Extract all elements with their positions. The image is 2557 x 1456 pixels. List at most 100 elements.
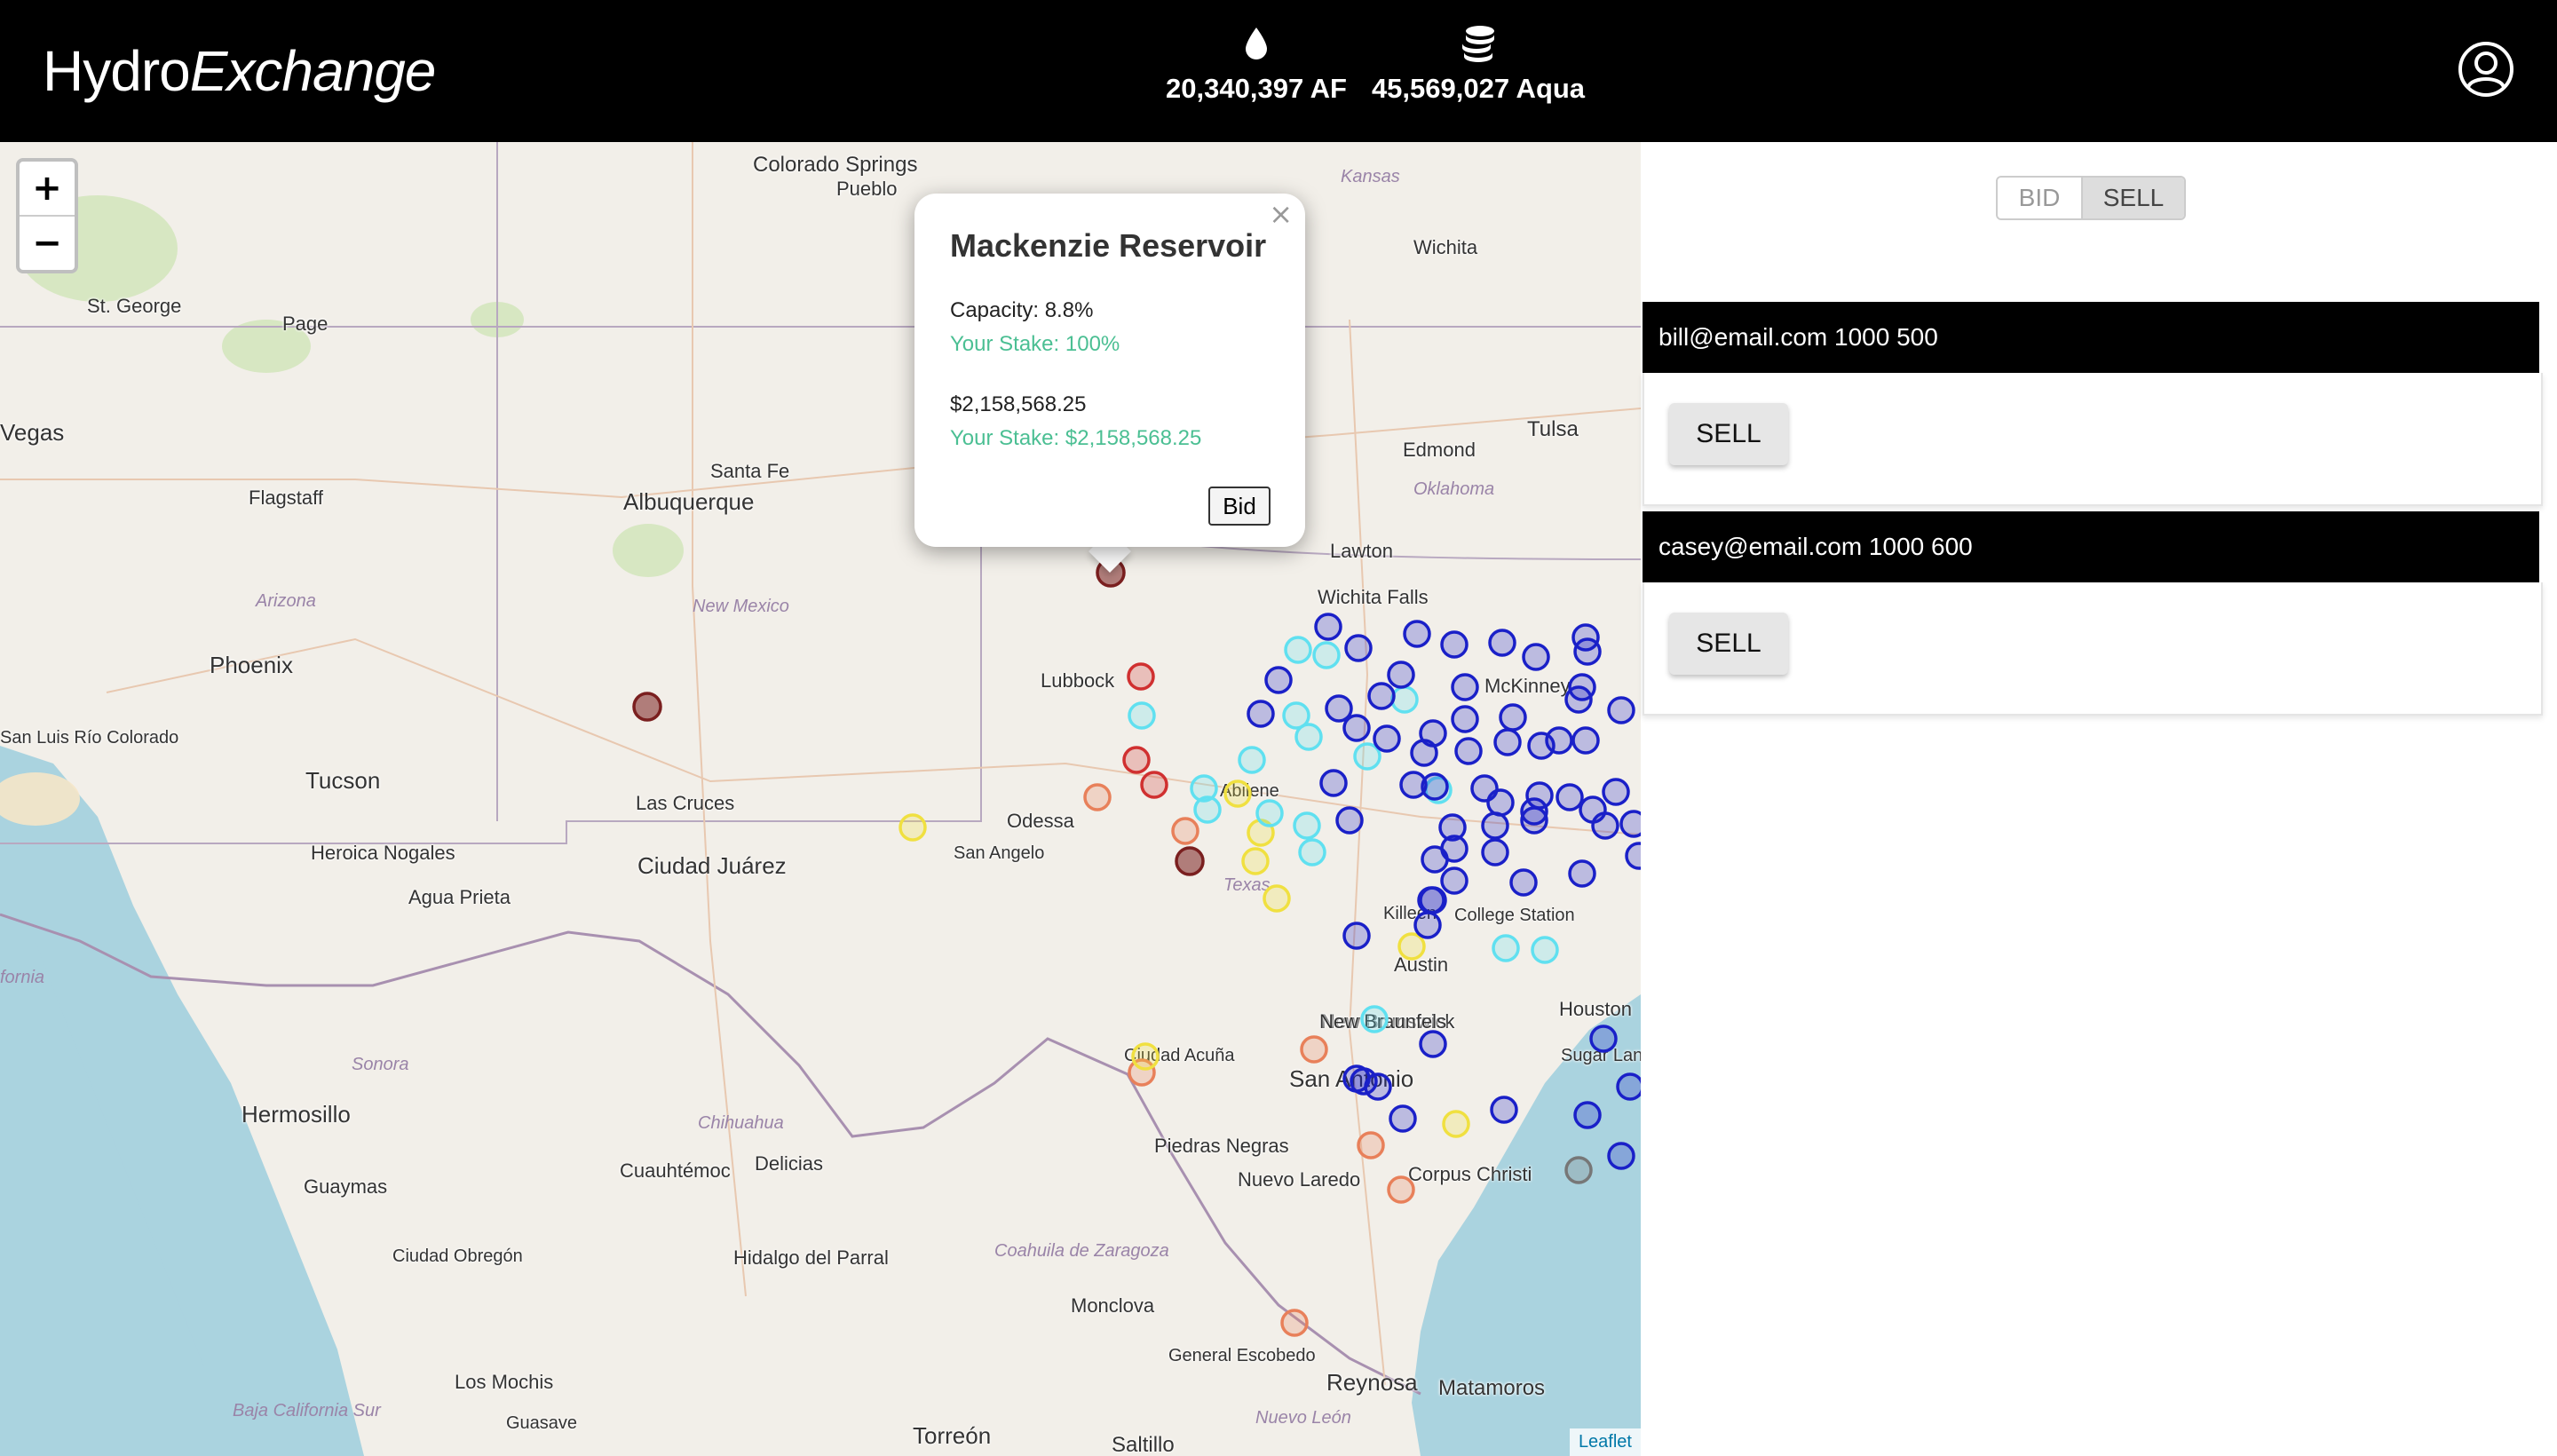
reservoir-marker[interactable] bbox=[1344, 634, 1373, 662]
reservoir-marker[interactable] bbox=[1486, 788, 1515, 817]
reservoir-marker[interactable] bbox=[1403, 620, 1431, 648]
popup-capacity: Capacity: 8.8% bbox=[950, 298, 1094, 322]
reservoir-marker[interactable] bbox=[1625, 842, 1641, 870]
reservoir-marker[interactable] bbox=[1602, 778, 1630, 806]
reservoir-marker[interactable] bbox=[1619, 810, 1641, 838]
reservoir-marker[interactable] bbox=[1493, 728, 1522, 756]
order-header: casey@email.com 1000 600 bbox=[1643, 511, 2539, 582]
reservoir-marker[interactable] bbox=[1419, 1030, 1447, 1058]
reservoir-marker[interactable] bbox=[1284, 636, 1312, 664]
reservoir-marker[interactable] bbox=[1499, 703, 1527, 732]
reservoir-marker[interactable] bbox=[1389, 1104, 1417, 1133]
reservoir-marker[interactable] bbox=[1325, 694, 1353, 723]
leaflet-attribution[interactable]: Leaflet bbox=[1569, 1428, 1641, 1456]
app-logo[interactable]: HydroExchange bbox=[43, 36, 436, 107]
reservoir-marker[interactable] bbox=[1131, 1042, 1160, 1071]
reservoir-marker[interactable] bbox=[1255, 799, 1284, 827]
reservoir-marker[interactable] bbox=[1171, 817, 1199, 845]
reservoir-marker[interactable] bbox=[1238, 746, 1266, 774]
reservoir-marker[interactable] bbox=[1607, 1142, 1635, 1170]
reservoir-marker[interactable] bbox=[1571, 726, 1600, 755]
reservoir-marker[interactable] bbox=[1342, 922, 1371, 950]
toggle-sell-button[interactable]: SELL bbox=[2083, 178, 2184, 218]
reservoir-marker[interactable] bbox=[1247, 700, 1275, 728]
water-total-stat: 20,340,397 AF bbox=[1154, 20, 1358, 105]
reservoir-marker[interactable] bbox=[1175, 846, 1205, 876]
reservoir-marker[interactable] bbox=[1364, 1072, 1392, 1101]
reservoir-marker[interactable] bbox=[1300, 1035, 1328, 1064]
reservoir-marker[interactable] bbox=[1454, 737, 1483, 765]
reservoir-marker[interactable] bbox=[1440, 866, 1468, 895]
reservoir-marker[interactable] bbox=[632, 692, 662, 722]
reservoir-marker[interactable] bbox=[1293, 811, 1321, 840]
reservoir-marker[interactable] bbox=[1140, 771, 1168, 799]
reservoir-marker[interactable] bbox=[1451, 705, 1479, 733]
reservoir-marker[interactable] bbox=[1522, 643, 1550, 671]
reservoir-marker[interactable] bbox=[1509, 868, 1538, 897]
reservoir-marker[interactable] bbox=[1387, 661, 1415, 689]
reservoir-marker[interactable] bbox=[1083, 783, 1112, 811]
reservoir-marker[interactable] bbox=[1319, 769, 1348, 797]
reservoir-marker[interactable] bbox=[1568, 673, 1596, 701]
reservoir-map[interactable]: Colorado Springs Pueblo Kansas Wichita St. G… bbox=[0, 142, 1641, 1456]
reservoir-marker[interactable] bbox=[1607, 696, 1635, 724]
zoom-in-button[interactable]: + bbox=[20, 162, 75, 217]
reservoir-marker[interactable] bbox=[1335, 806, 1364, 835]
reservoir-marker[interactable] bbox=[1373, 724, 1401, 753]
popup-close-button[interactable]: × bbox=[1269, 197, 1293, 231]
reservoir-marker[interactable] bbox=[1573, 637, 1602, 666]
reservoir-marker[interactable] bbox=[1442, 1110, 1470, 1138]
reservoir-marker[interactable] bbox=[1298, 838, 1326, 866]
reservoir-marker[interactable] bbox=[1556, 783, 1584, 811]
reservoir-marker[interactable] bbox=[1421, 772, 1449, 801]
reservoir-marker[interactable] bbox=[1360, 1005, 1389, 1033]
sell-button[interactable]: SELL bbox=[1669, 613, 1788, 675]
reservoir-marker[interactable] bbox=[1127, 662, 1155, 691]
reservoir-marker[interactable] bbox=[1413, 911, 1442, 939]
reservoir-marker[interactable] bbox=[1128, 701, 1156, 730]
reservoir-marker[interactable] bbox=[1481, 838, 1509, 866]
reservoir-marker[interactable] bbox=[1481, 811, 1509, 840]
reservoir-marker[interactable] bbox=[1367, 682, 1396, 710]
reservoir-marker[interactable] bbox=[1410, 739, 1438, 767]
reservoir-marker[interactable] bbox=[1488, 629, 1516, 657]
zoom-out-button[interactable]: − bbox=[20, 217, 75, 270]
reservoir-marker[interactable] bbox=[1264, 666, 1293, 694]
reservoir-marker[interactable] bbox=[1280, 1309, 1309, 1337]
reservoir-marker[interactable] bbox=[1397, 932, 1426, 961]
reservoir-marker[interactable] bbox=[1545, 726, 1573, 755]
reservoir-marker[interactable] bbox=[1589, 1025, 1618, 1053]
reservoir-marker[interactable] bbox=[1390, 685, 1419, 714]
reservoir-marker[interactable] bbox=[1353, 742, 1381, 771]
reservoir-marker[interactable] bbox=[1294, 723, 1323, 751]
reservoir-marker[interactable] bbox=[1223, 779, 1252, 808]
reservoir-marker[interactable] bbox=[1573, 1101, 1602, 1129]
reservoir-marker[interactable] bbox=[1531, 936, 1559, 964]
reservoir-marker[interactable] bbox=[1312, 641, 1341, 669]
reservoir-marker[interactable] bbox=[1490, 1096, 1518, 1124]
popup-bid-button[interactable]: Bid bbox=[1208, 487, 1271, 526]
reservoir-marker[interactable] bbox=[1451, 673, 1479, 701]
reservoir-marker[interactable] bbox=[1241, 847, 1270, 875]
reservoir-marker[interactable] bbox=[1568, 859, 1596, 888]
reservoir-marker[interactable] bbox=[1342, 714, 1371, 742]
toggle-bid-button[interactable]: BID bbox=[1998, 178, 2083, 218]
reservoir-marker[interactable] bbox=[1314, 613, 1342, 641]
reservoir-marker[interactable] bbox=[1564, 1156, 1593, 1184]
reservoir-marker[interactable] bbox=[1492, 934, 1520, 962]
reservoir-marker[interactable] bbox=[1193, 795, 1222, 824]
reservoir-marker[interactable] bbox=[1263, 884, 1291, 913]
reservoir-marker[interactable] bbox=[1387, 1175, 1415, 1204]
reservoir-marker[interactable] bbox=[1520, 806, 1548, 835]
reservoir-marker[interactable] bbox=[1616, 1072, 1641, 1101]
sell-button[interactable]: SELL bbox=[1669, 403, 1788, 465]
reservoir-marker[interactable] bbox=[899, 813, 927, 842]
user-circle-icon[interactable] bbox=[2458, 41, 2514, 98]
coins-stack-icon bbox=[1462, 26, 1494, 62]
reservoir-marker[interactable] bbox=[1440, 630, 1468, 659]
reservoir-marker[interactable] bbox=[1419, 886, 1447, 914]
reservoir-marker[interactable] bbox=[1421, 845, 1449, 874]
reservoir-marker[interactable] bbox=[1122, 746, 1151, 774]
reservoir-marker[interactable] bbox=[1591, 811, 1619, 840]
reservoir-marker[interactable] bbox=[1357, 1131, 1385, 1159]
